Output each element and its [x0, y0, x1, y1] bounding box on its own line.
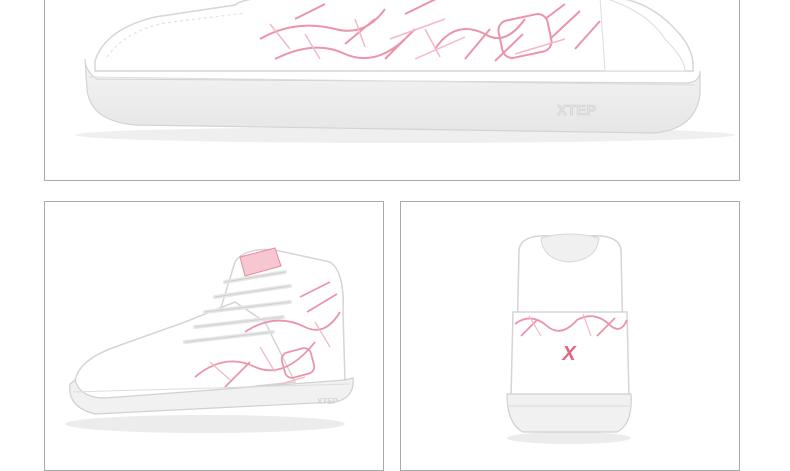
side-view-sneaker-image: XTEP	[75, 0, 735, 143]
heel-logo-mark: X	[561, 343, 577, 365]
three-quarter-sneaker-image: XTEP	[65, 247, 354, 433]
three-quarter-view-image-panel: XTEP	[44, 201, 384, 471]
back-view-sneaker-image: X	[506, 233, 632, 444]
back-view-image-panel: X	[400, 201, 740, 471]
side-view-image-panel: XTEP	[44, 0, 740, 181]
sole-logo-text: XTEP	[557, 102, 596, 119]
sole-logo-text: XTEP	[317, 397, 339, 406]
